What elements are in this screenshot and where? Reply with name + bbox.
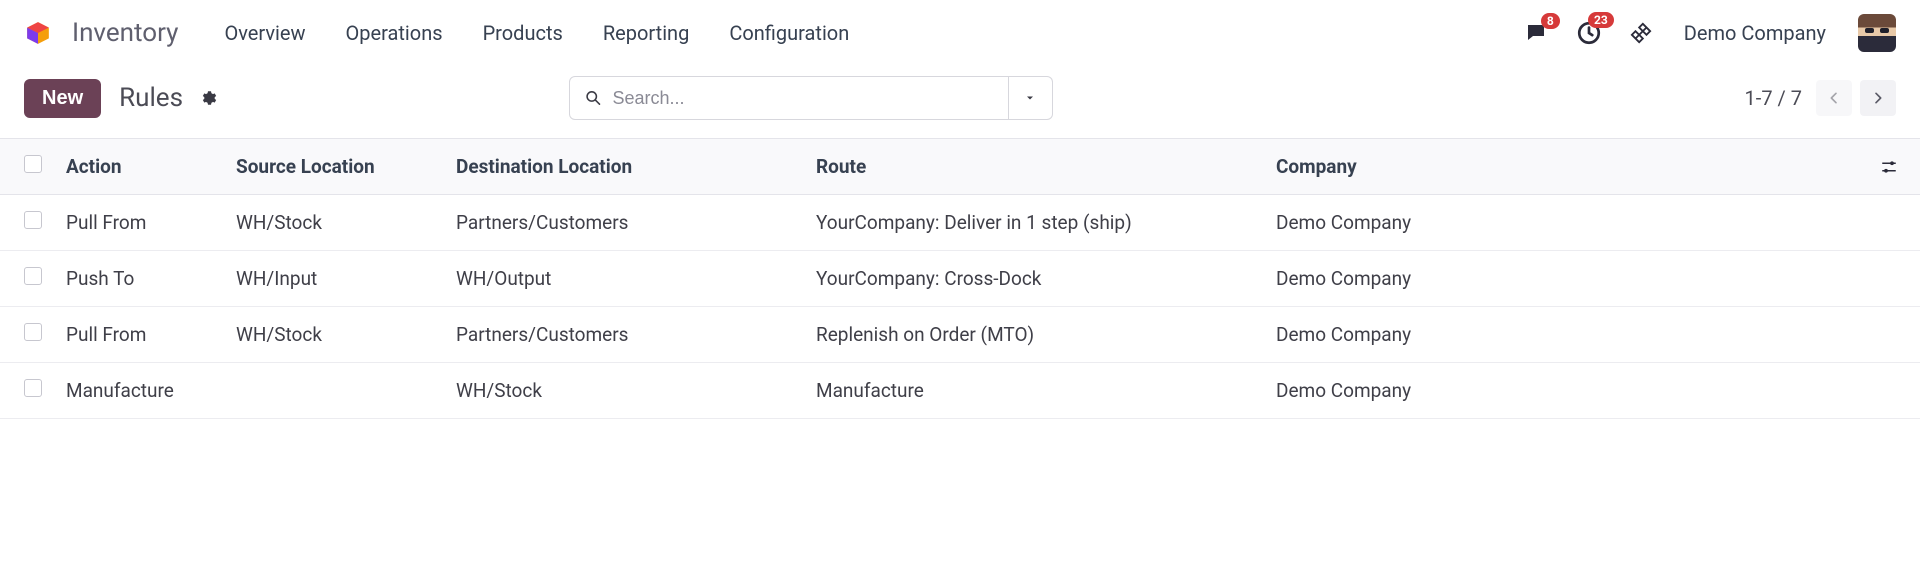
table-row[interactable]: Pull FromWH/StockPartners/CustomersYourC… bbox=[0, 195, 1920, 251]
row-checkbox[interactable] bbox=[24, 379, 42, 397]
messages-badge: 8 bbox=[1541, 13, 1560, 29]
search-container bbox=[569, 76, 1053, 120]
cell-source: WH/Input bbox=[226, 251, 446, 307]
search-dropdown-button[interactable] bbox=[1009, 76, 1053, 120]
toolbar: New Rules 1-7 / 7 bbox=[0, 66, 1920, 138]
cell-options bbox=[1870, 195, 1920, 251]
cell-source: WH/Stock bbox=[226, 195, 446, 251]
messages-button[interactable]: 8 bbox=[1524, 21, 1548, 45]
col-options[interactable] bbox=[1870, 139, 1920, 195]
pager-text[interactable]: 1-7 / 7 bbox=[1745, 86, 1802, 110]
table-row[interactable]: Pull FromWH/StockPartners/CustomersReple… bbox=[0, 307, 1920, 363]
pager-prev-button[interactable] bbox=[1816, 80, 1852, 116]
cell-route: YourCompany: Cross-Dock bbox=[806, 251, 1266, 307]
top-nav: Inventory Overview Operations Products R… bbox=[0, 0, 1920, 66]
cell-options bbox=[1870, 251, 1920, 307]
nav-products[interactable]: Products bbox=[483, 21, 563, 45]
caret-down-icon bbox=[1024, 92, 1036, 104]
col-header-route[interactable]: Route bbox=[806, 139, 1266, 195]
nav-reporting[interactable]: Reporting bbox=[603, 21, 690, 45]
gear-icon[interactable] bbox=[199, 89, 217, 107]
cell-company: Demo Company bbox=[1266, 195, 1870, 251]
table-row[interactable]: ManufactureWH/StockManufactureDemo Compa… bbox=[0, 363, 1920, 419]
cell-destination: WH/Stock bbox=[446, 363, 806, 419]
cell-source bbox=[226, 363, 446, 419]
row-checkbox[interactable] bbox=[24, 211, 42, 229]
nav-operations[interactable]: Operations bbox=[346, 21, 443, 45]
table-row[interactable]: Push ToWH/InputWH/OutputYourCompany: Cro… bbox=[0, 251, 1920, 307]
user-avatar[interactable] bbox=[1858, 14, 1896, 52]
cell-company: Demo Company bbox=[1266, 251, 1870, 307]
company-selector[interactable]: Demo Company bbox=[1684, 21, 1826, 45]
cell-route: Manufacture bbox=[806, 363, 1266, 419]
cell-destination: Partners/Customers bbox=[446, 307, 806, 363]
app-logo-icon[interactable] bbox=[24, 19, 52, 47]
select-all-checkbox[interactable] bbox=[24, 155, 42, 173]
col-header-source[interactable]: Source Location bbox=[226, 139, 446, 195]
row-checkbox[interactable] bbox=[24, 323, 42, 341]
activities-button[interactable]: 23 bbox=[1576, 20, 1602, 46]
cell-action: Manufacture bbox=[56, 363, 226, 419]
pager-next-button[interactable] bbox=[1860, 80, 1896, 116]
cell-options bbox=[1870, 307, 1920, 363]
col-header-action[interactable]: Action bbox=[56, 139, 226, 195]
search-box[interactable] bbox=[569, 76, 1009, 120]
rules-table: Action Source Location Destination Locat… bbox=[0, 138, 1920, 419]
activities-badge: 23 bbox=[1588, 12, 1614, 28]
app-title[interactable]: Inventory bbox=[72, 18, 178, 48]
cell-destination: WH/Output bbox=[446, 251, 806, 307]
search-icon bbox=[584, 88, 603, 108]
new-button[interactable]: New bbox=[24, 79, 101, 118]
cell-action: Pull From bbox=[56, 195, 226, 251]
cell-action: Pull From bbox=[56, 307, 226, 363]
cell-route: YourCompany: Deliver in 1 step (ship) bbox=[806, 195, 1266, 251]
cell-action: Push To bbox=[56, 251, 226, 307]
cell-company: Demo Company bbox=[1266, 363, 1870, 419]
search-input[interactable] bbox=[612, 88, 993, 109]
cell-destination: Partners/Customers bbox=[446, 195, 806, 251]
sliders-icon bbox=[1880, 158, 1898, 176]
nav-overview[interactable]: Overview bbox=[224, 21, 305, 45]
chevron-right-icon bbox=[1870, 90, 1886, 106]
cell-company: Demo Company bbox=[1266, 307, 1870, 363]
cell-source: WH/Stock bbox=[226, 307, 446, 363]
tools-icon bbox=[1630, 22, 1652, 44]
pager: 1-7 / 7 bbox=[1745, 80, 1896, 116]
breadcrumb-title: Rules bbox=[119, 83, 183, 113]
nav-configuration[interactable]: Configuration bbox=[729, 21, 849, 45]
tools-button[interactable] bbox=[1630, 22, 1652, 44]
table-header-row: Action Source Location Destination Locat… bbox=[0, 139, 1920, 195]
cell-route: Replenish on Order (MTO) bbox=[806, 307, 1266, 363]
row-checkbox[interactable] bbox=[24, 267, 42, 285]
col-header-destination[interactable]: Destination Location bbox=[446, 139, 806, 195]
cell-options bbox=[1870, 363, 1920, 419]
chevron-left-icon bbox=[1826, 90, 1842, 106]
col-header-company[interactable]: Company bbox=[1266, 139, 1870, 195]
